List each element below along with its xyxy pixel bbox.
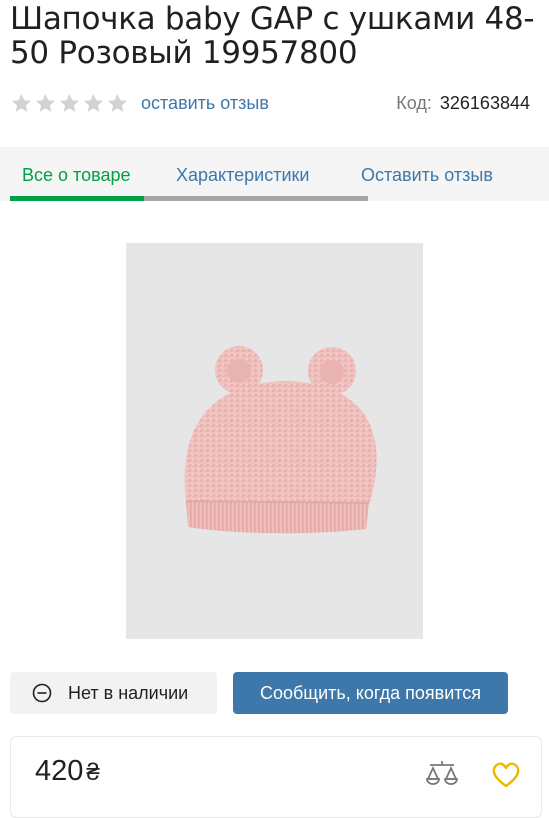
star-icon <box>58 92 81 115</box>
active-tab-indicator <box>10 196 144 201</box>
price: 420 ₴ <box>35 755 100 788</box>
product-title: Шапочка baby GAP с ушками 48-50 Розовый … <box>10 1 535 71</box>
price-value: 420 <box>35 755 84 787</box>
product-image[interactable] <box>126 243 423 639</box>
notify-when-available-button[interactable]: Сообщить, когда появится <box>233 672 508 714</box>
product-code-value: 326163844 <box>439 92 530 113</box>
minus-circle-icon <box>32 683 52 703</box>
leave-review-link[interactable]: оставить отзыв <box>141 93 269 114</box>
rating-stars[interactable] <box>10 92 129 115</box>
product-code-label: Код: <box>396 92 432 113</box>
star-icon <box>34 92 57 115</box>
tab-leave-review[interactable]: Оставить отзыв <box>361 147 493 201</box>
star-icon <box>82 92 105 115</box>
price-currency: ₴ <box>86 759 100 786</box>
out-of-stock-status: Нет в наличии <box>10 672 217 714</box>
availability-status-text: Нет в наличии <box>68 682 189 703</box>
product-code: Код: 326163844 <box>396 93 530 114</box>
rating-row: оставить отзыв Код: 326163844 <box>10 90 540 116</box>
tab-scroll-indicator <box>144 196 368 201</box>
tab-all-about-product[interactable]: Все о товаре <box>22 147 130 201</box>
star-icon <box>10 92 33 115</box>
pink-knit-hat-image <box>126 243 423 639</box>
tab-characteristics[interactable]: Характеристики <box>176 147 309 201</box>
star-icon <box>106 92 129 115</box>
price-card: 420 ₴ <box>10 736 542 818</box>
heart-icon[interactable] <box>491 761 521 789</box>
compare-scales-icon[interactable] <box>425 759 459 789</box>
